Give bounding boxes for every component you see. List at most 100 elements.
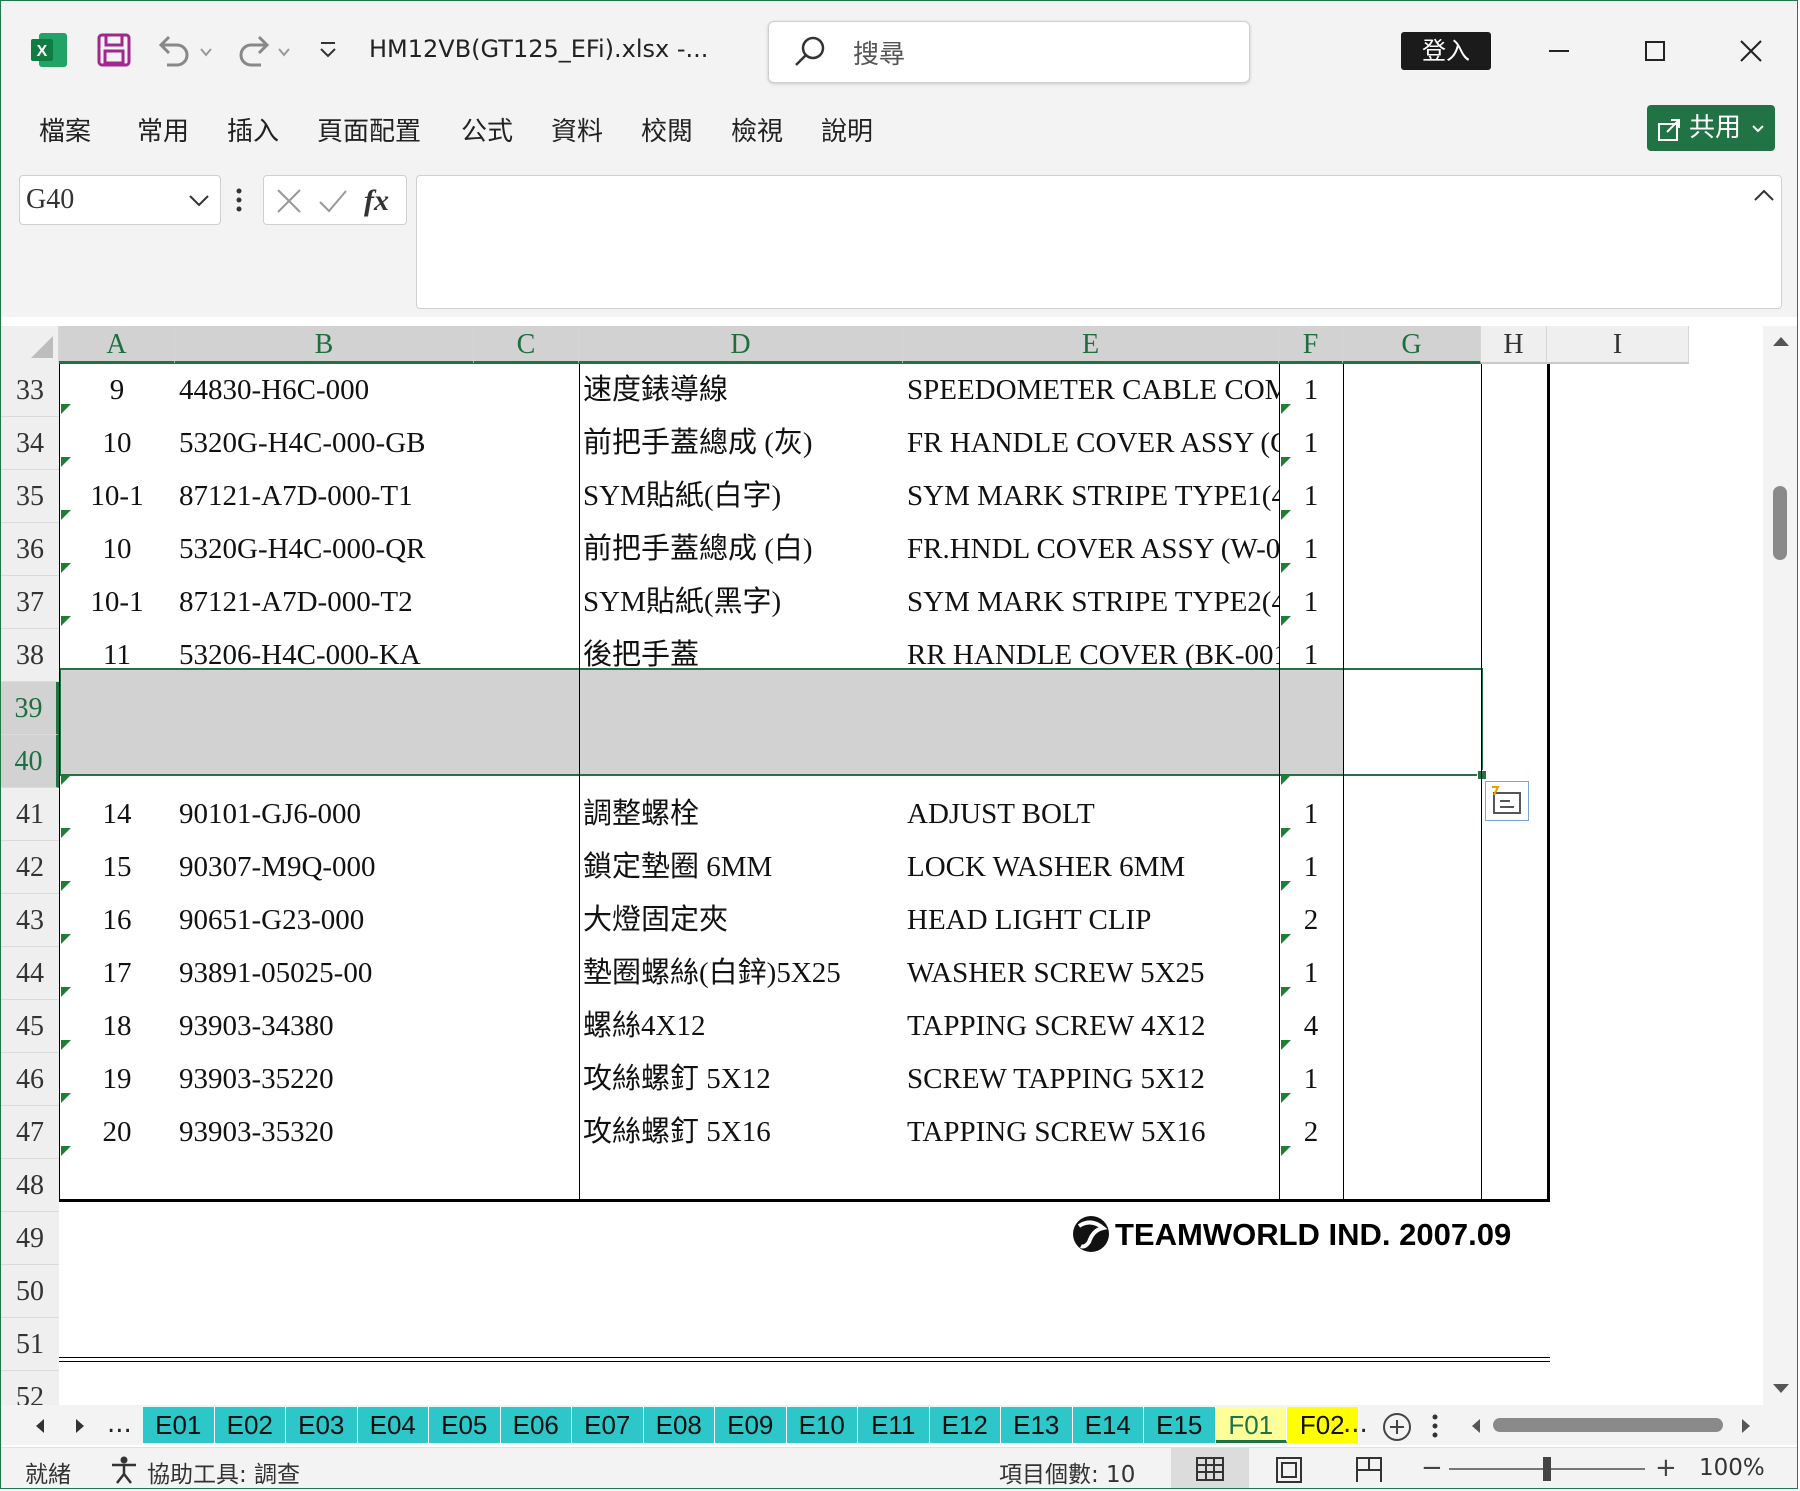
error-indicator[interactable] <box>61 1093 71 1103</box>
collapse-formula-bar-icon[interactable] <box>1753 188 1775 202</box>
horizontal-scroll-thumb[interactable] <box>1493 1418 1723 1432</box>
zoom-out-button[interactable]: − <box>1421 1453 1443 1483</box>
row-header[interactable]: 42 <box>1 841 59 894</box>
error-indicator[interactable] <box>1281 828 1291 838</box>
share-button[interactable]: 共用 <box>1647 105 1775 151</box>
sheet-tab-e14[interactable]: E14 <box>1072 1407 1144 1443</box>
sheet-tab-e05[interactable]: E05 <box>429 1407 501 1443</box>
scroll-down-icon[interactable] <box>1771 1382 1791 1396</box>
fill-handle[interactable] <box>1477 770 1487 780</box>
cell-name-zh[interactable]: 鎖定墊圈 6MM <box>583 841 901 894</box>
insert-function-icon[interactable]: fx <box>362 182 398 218</box>
row-header[interactable]: 45 <box>1 1000 59 1053</box>
column-header[interactable]: B <box>175 326 474 364</box>
row-header[interactable]: 51 <box>1 1318 59 1371</box>
menu-page-layout[interactable]: 頁面配置 <box>317 111 421 148</box>
sheet-tab-e08[interactable]: E08 <box>643 1407 715 1443</box>
cell-name-en[interactable]: TAPPING SCREW 4X12 <box>907 1000 1279 1053</box>
cell-part-no[interactable]: 90651-G23-000 <box>179 894 469 947</box>
cell-part-no[interactable]: 93903-35320 <box>179 1106 469 1159</box>
menu-view[interactable]: 檢視 <box>731 111 783 148</box>
menu-insert[interactable]: 插入 <box>227 111 279 148</box>
error-indicator[interactable] <box>61 1040 71 1050</box>
status-accessibility[interactable]: 協助工具: 調查 <box>147 1455 300 1488</box>
error-indicator[interactable] <box>1281 987 1291 997</box>
cell-item-no[interactable]: 10 <box>59 417 175 470</box>
cell-name-zh[interactable]: 調整螺栓 <box>583 788 901 841</box>
error-indicator[interactable] <box>1281 775 1291 785</box>
cell-name-zh[interactable]: 大燈固定夾 <box>583 894 901 947</box>
menu-data[interactable]: 資料 <box>551 111 603 148</box>
error-indicator[interactable] <box>1281 1146 1291 1156</box>
cell-item-no[interactable]: 17 <box>59 947 175 1000</box>
error-indicator[interactable] <box>61 1146 71 1156</box>
cell-name-zh[interactable]: 攻絲螺釘 5X16 <box>583 1106 901 1159</box>
login-button[interactable]: 登入 <box>1401 32 1491 70</box>
row-header[interactable]: 39 <box>1 682 59 735</box>
cell-item-no[interactable]: 16 <box>59 894 175 947</box>
cell-part-no[interactable]: 90307-M9Q-000 <box>179 841 469 894</box>
row-header[interactable]: 48 <box>1 1159 59 1212</box>
sheet-tab-f01[interactable]: F01 <box>1215 1407 1287 1443</box>
cell-name-en[interactable]: SCREW TAPPING 5X12 <box>907 1053 1279 1106</box>
error-indicator[interactable] <box>61 616 71 626</box>
quick-analysis-button[interactable] <box>1485 781 1529 821</box>
cell-name-en[interactable]: FR HANDLE COVER ASSY (GY-( <box>907 417 1279 470</box>
cell-name-en[interactable]: TAPPING SCREW 5X16 <box>907 1106 1279 1159</box>
vertical-scroll-thumb[interactable] <box>1773 486 1787 560</box>
sheet-tab-e06[interactable]: E06 <box>500 1407 572 1443</box>
row-header[interactable]: 47 <box>1 1106 59 1159</box>
error-indicator[interactable] <box>1281 881 1291 891</box>
name-box[interactable]: G40 <box>19 175 221 225</box>
row-header[interactable]: 40 <box>1 735 59 788</box>
error-indicator[interactable] <box>61 881 71 891</box>
cancel-entry-icon[interactable] <box>276 188 302 214</box>
tab-scroll-left-icon[interactable] <box>33 1417 47 1435</box>
formula-input[interactable] <box>416 175 1782 309</box>
error-indicator[interactable] <box>61 987 71 997</box>
zoom-slider-thumb[interactable] <box>1543 1457 1551 1481</box>
vertical-scrollbar[interactable] <box>1763 326 1797 1405</box>
error-indicator[interactable] <box>1281 563 1291 573</box>
error-indicator[interactable] <box>1281 510 1291 520</box>
sheet-tab-e03[interactable]: E03 <box>286 1407 358 1443</box>
error-indicator[interactable] <box>61 404 71 414</box>
scroll-up-icon[interactable] <box>1771 334 1791 348</box>
column-header[interactable]: H <box>1481 326 1547 364</box>
row-header[interactable]: 50 <box>1 1265 59 1318</box>
horizontal-scrollbar[interactable] <box>1463 1405 1763 1445</box>
name-box-chevron-down-icon[interactable] <box>188 194 210 208</box>
sheet-tab-e02[interactable]: E02 <box>214 1407 286 1443</box>
column-header[interactable]: D <box>579 326 903 364</box>
error-indicator[interactable] <box>1281 457 1291 467</box>
error-indicator[interactable] <box>61 775 71 785</box>
page-break-view-icon[interactable] <box>1355 1456 1383 1484</box>
tab-scroll-right-icon[interactable] <box>73 1417 87 1435</box>
cell-part-no[interactable]: 93903-34380 <box>179 1000 469 1053</box>
search-box[interactable]: 搜尋 <box>768 21 1250 83</box>
error-indicator[interactable] <box>61 457 71 467</box>
cell-name-zh[interactable]: 前把手蓋總成 (灰) <box>583 417 901 470</box>
menu-review[interactable]: 校閱 <box>641 111 693 148</box>
hscroll-left-icon[interactable] <box>1469 1417 1483 1435</box>
maximize-icon[interactable] <box>1644 40 1666 62</box>
save-icon[interactable] <box>97 33 131 67</box>
zoom-level[interactable]: 100% <box>1699 1455 1765 1481</box>
cell-part-no[interactable]: 90101-GJ6-000 <box>179 788 469 841</box>
zoom-in-button[interactable]: + <box>1655 1453 1677 1483</box>
normal-view-button[interactable] <box>1171 1448 1249 1488</box>
sheet-tab-e11[interactable]: E11 <box>858 1407 930 1443</box>
sheet-tab-e07[interactable]: E07 <box>572 1407 644 1443</box>
cell-item-no[interactable]: 10-1 <box>59 576 175 629</box>
cell-part-no[interactable]: 93891-05025-00 <box>179 947 469 1000</box>
cell-name-zh[interactable]: 速度錶導線 <box>583 364 901 417</box>
error-indicator[interactable] <box>61 563 71 573</box>
column-header[interactable]: G <box>1343 326 1481 364</box>
cell-name-en[interactable]: SPEEDOMETER CABLE COMP <box>907 364 1279 417</box>
cell-part-no[interactable]: 5320G-H4C-000-QR <box>179 523 469 576</box>
sheet-tab-e13[interactable]: E13 <box>1001 1407 1073 1443</box>
cell-name-en[interactable]: ADJUST BOLT <box>907 788 1279 841</box>
cell-item-no[interactable]: 15 <box>59 841 175 894</box>
error-indicator[interactable] <box>61 510 71 520</box>
cell-name-en[interactable]: FR.HNDL COVER ASSY (W-08) <box>907 523 1279 576</box>
